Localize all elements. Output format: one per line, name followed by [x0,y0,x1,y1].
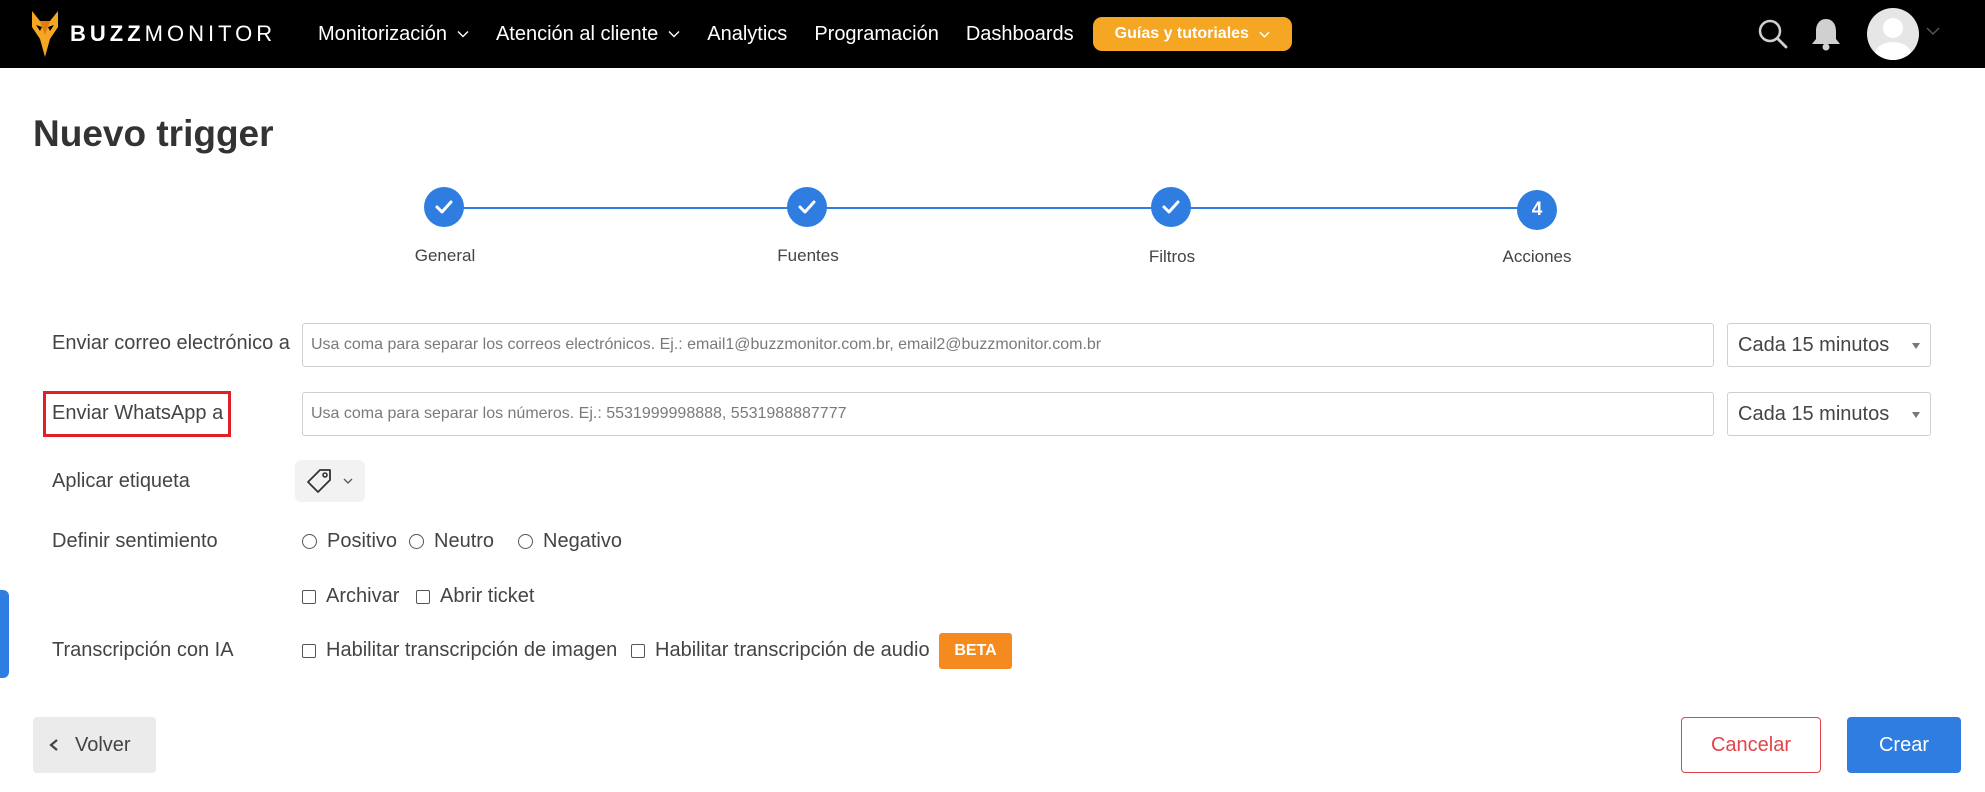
image-transcription-checkbox-option[interactable]: Habilitar transcripción de imagen [302,639,617,662]
brand-bold: BUZZ [70,21,145,46]
checkbox[interactable] [631,643,645,658]
whatsapp-frequency-select[interactable]: Cada 15 minutos [1727,392,1931,436]
checkbox[interactable] [302,643,316,658]
tag-label: Aplicar etiqueta [52,470,190,492]
search-icon[interactable] [1757,18,1789,50]
radio-button[interactable] [302,534,317,549]
side-feedback-tab[interactable] [0,590,9,678]
chevron-left-icon [49,739,58,751]
email-frequency-select[interactable]: Cada 15 minutos [1727,323,1931,367]
nav-item-analytics[interactable]: Analytics [707,23,787,46]
archive-checkbox-option[interactable]: Archivar [302,585,399,608]
sentiment-option-negativo[interactable]: Negativo [518,530,622,553]
caret-down-icon [1912,343,1920,349]
avatar[interactable] [1867,8,1919,60]
sentiment-option-label: Negativo [543,530,622,552]
beta-badge: BETA [939,633,1012,669]
chevron-down-icon [343,478,353,484]
fox-logo-icon [32,11,58,57]
back-button[interactable]: Volver [33,717,156,773]
nav-item-label: Analytics [707,22,788,45]
nav-item-programacion[interactable]: Programación [814,23,939,46]
nav-item-atencion-cliente[interactable]: Atención al cliente [496,23,680,46]
checkbox[interactable] [302,589,316,604]
audio-transcription-checkbox-option[interactable]: Habilitar transcripción de audio [631,639,930,662]
guides-tutorials-button[interactable]: Guías y tutoriales [1092,17,1292,51]
step-label-general: General [414,246,476,265]
brand-light: MONITOR [144,21,277,46]
guides-label: Guías y tutoriales [1114,25,1249,42]
nav-item-monitorizacion[interactable]: Monitorización [318,23,469,46]
tag-icon [307,469,331,493]
email-label: Enviar correo electrónico a [52,332,290,354]
nav-item-label: Monitorización [318,22,447,45]
top-navigation-bar: BUZZMONITOR Monitorización Atención al c… [0,0,1985,68]
step-label-fuentes: Fuentes [777,246,839,265]
bell-icon[interactable] [1809,16,1843,52]
archive-label: Archivar [326,585,400,607]
main-nav: Monitorización Atención al cliente Analy… [318,0,1292,68]
step-label-acciones: Acciones [1502,247,1572,266]
step-general-check-icon [424,187,464,227]
apply-tag-dropdown[interactable] [295,460,365,502]
nav-item-dashboards[interactable]: Dashboards [966,23,1074,46]
sentiment-option-neutro[interactable]: Neutro [409,530,494,553]
create-button[interactable]: Crear [1847,717,1961,773]
brand-wordmark: BUZZMONITOR [70,21,276,47]
step-fuentes-check-icon [787,187,827,227]
email-frequency-value: Cada 15 minutos [1738,333,1890,356]
sentiment-option-label: Neutro [434,530,495,552]
buzzmonitor-logo[interactable]: BUZZMONITOR [30,6,276,62]
page-title: Nuevo trigger [33,113,274,154]
chevron-down-icon [1259,31,1270,38]
whatsapp-label: Enviar WhatsApp a [52,402,224,424]
sentiment-option-positivo[interactable]: Positivo [302,530,397,553]
open-ticket-checkbox-option[interactable]: Abrir ticket [416,585,534,608]
email-recipients-input[interactable] [302,323,1714,367]
sentiment-label: Definir sentimiento [52,530,218,552]
radio-button[interactable] [518,534,533,549]
step-filtros-check-icon [1151,187,1191,227]
radio-button[interactable] [409,534,424,549]
cancel-button[interactable]: Cancelar [1681,717,1821,773]
chevron-down-icon[interactable] [1926,24,1940,38]
audio-transcription-label: Habilitar transcripción de audio [655,639,930,661]
stepper-line [444,207,1537,209]
caret-down-icon [1912,412,1920,418]
chevron-down-icon [457,31,469,38]
open-ticket-label: Abrir ticket [440,585,535,607]
whatsapp-frequency-value: Cada 15 minutos [1738,402,1890,425]
nav-item-label: Programación [814,22,939,45]
nav-item-label: Atención al cliente [495,22,659,45]
whatsapp-recipients-input[interactable] [302,392,1714,436]
chevron-down-icon [668,31,680,38]
ai-transcription-label: Transcripción con IA [52,639,234,661]
sentiment-option-label: Positivo [327,530,398,552]
checkbox[interactable] [416,589,430,604]
user-avatar-icon [1875,18,1911,60]
nav-item-label: Dashboards [965,22,1074,45]
step-acciones-number: 4 [1517,190,1557,230]
image-transcription-label: Habilitar transcripción de imagen [326,639,618,661]
back-label: Volver [75,733,131,756]
step-label-filtros: Filtros [1148,247,1196,266]
